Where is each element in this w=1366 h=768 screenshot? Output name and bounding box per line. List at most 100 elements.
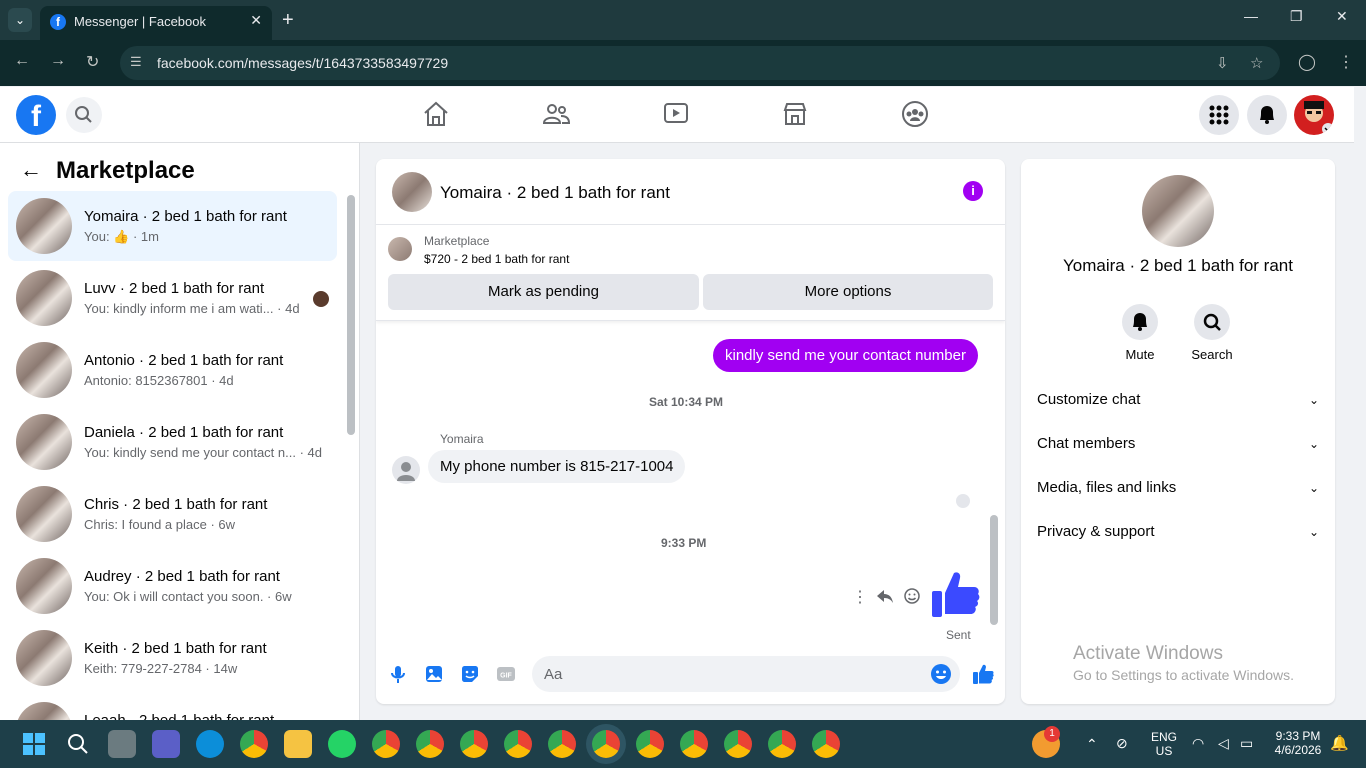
- chrome-icon[interactable]: [240, 730, 268, 758]
- meet-icon[interactable]: [152, 730, 180, 758]
- volume-icon[interactable]: ◁: [1218, 735, 1229, 752]
- tab-list-chevron-icon[interactable]: ⌄: [8, 8, 32, 32]
- search-icon: [75, 106, 92, 123]
- file-explorer-icon[interactable]: [284, 730, 312, 758]
- big-thumbs-up-icon[interactable]: [930, 569, 982, 621]
- photo-icon[interactable]: [424, 664, 444, 684]
- task-view-icon[interactable]: [108, 730, 136, 758]
- conversation-item[interactable]: Antonio · 2 bed 1 bath for rant Antonio:…: [8, 335, 337, 405]
- omnibox[interactable]: ☰ facebook.com/messages/t/16437335834977…: [120, 46, 1280, 80]
- browser-tab[interactable]: f Messenger | Facebook ✕: [40, 6, 272, 40]
- back-icon[interactable]: ←: [14, 52, 30, 70]
- language-indicator[interactable]: ENG US: [1150, 730, 1178, 758]
- browser-menu-icon[interactable]: ⋮: [1338, 52, 1354, 72]
- forward-icon[interactable]: →: [50, 52, 66, 70]
- page-scrollbar[interactable]: [1354, 87, 1366, 720]
- reply-icon[interactable]: [876, 587, 894, 605]
- microphone-icon[interactable]: [388, 664, 408, 684]
- message-bubble-out[interactable]: kindly send me your contact number: [713, 339, 978, 372]
- edge-icon[interactable]: [196, 730, 224, 758]
- conversation-item[interactable]: Yomaira · 2 bed 1 bath for rant You: 👍 ·…: [8, 191, 337, 261]
- conversation-item[interactable]: Chris · 2 bed 1 bath for rant Chris: I f…: [8, 479, 337, 549]
- emoji-icon[interactable]: [930, 663, 952, 685]
- bookmark-star-icon[interactable]: ☆: [1250, 54, 1263, 72]
- install-app-icon[interactable]: ⇩: [1216, 54, 1229, 72]
- chrome-profile-icon[interactable]: [768, 730, 796, 758]
- like-icon[interactable]: [972, 663, 994, 685]
- home-icon[interactable]: [421, 99, 451, 129]
- search-in-conversation-button[interactable]: Search: [1182, 304, 1242, 362]
- mute-button[interactable]: Mute: [1110, 304, 1170, 362]
- account-avatar[interactable]: [1294, 95, 1334, 135]
- conversation-item[interactable]: Leaah · 2 bed 1 bath for rant: [8, 695, 337, 720]
- message-input[interactable]: Aa: [532, 656, 960, 692]
- message-bubble-in[interactable]: My phone number is 815-217-1004: [428, 450, 686, 483]
- facebook-logo-icon[interactable]: f: [16, 95, 56, 135]
- notifications-button[interactable]: [1247, 95, 1287, 135]
- reload-icon[interactable]: ↻: [86, 52, 99, 72]
- listing-title[interactable]: $720 - 2 bed 1 bath for rant: [424, 252, 569, 266]
- privacy-support-row[interactable]: Privacy & support ⌄: [1037, 510, 1319, 554]
- chat-members-row[interactable]: Chat members ⌄: [1037, 422, 1319, 466]
- contact-avatar[interactable]: [1142, 175, 1214, 247]
- customize-chat-row[interactable]: Customize chat ⌄: [1037, 378, 1319, 422]
- chrome-profile-icon[interactable]: [504, 730, 532, 758]
- conversation-item[interactable]: Luvv · 2 bed 1 bath for rant You: kindly…: [8, 263, 337, 333]
- notification-bell-icon[interactable]: 🔔: [1330, 734, 1349, 752]
- search-button[interactable]: [66, 97, 102, 133]
- facebook-favicon-icon: f: [50, 14, 66, 30]
- listing-thumbnail[interactable]: [388, 237, 412, 261]
- conversation-item[interactable]: Daniela · 2 bed 1 bath for rant You: kin…: [8, 407, 337, 477]
- info-icon[interactable]: i: [963, 181, 983, 201]
- back-arrow-icon[interactable]: ←: [20, 157, 42, 182]
- marketplace-icon[interactable]: [780, 99, 810, 129]
- taskbar-search-icon[interactable]: [64, 730, 92, 758]
- menu-grid-button[interactable]: [1199, 95, 1239, 135]
- groups-icon[interactable]: [900, 99, 930, 129]
- conversation-avatar: [16, 414, 72, 470]
- chrome-profile-icon[interactable]: [372, 730, 400, 758]
- chrome-profile-icon[interactable]: [812, 730, 840, 758]
- chrome-profile-icon[interactable]: [724, 730, 752, 758]
- chat-scrollbar[interactable]: [990, 515, 998, 625]
- conversation-item[interactable]: Keith · 2 bed 1 bath for rant Keith: 779…: [8, 623, 337, 693]
- chrome-profile-icon[interactable]: [680, 730, 708, 758]
- site-info-icon[interactable]: ☰: [130, 54, 142, 70]
- more-actions-icon[interactable]: ⋮: [852, 587, 868, 607]
- show-hidden-icons-icon[interactable]: ⌃: [1086, 736, 1098, 753]
- media-files-links-row[interactable]: Media, files and links ⌄: [1037, 466, 1319, 510]
- clock[interactable]: 9:33 PM 4/6/2026: [1268, 729, 1328, 757]
- time: 9:33 PM: [1275, 729, 1321, 743]
- new-tab-icon[interactable]: +: [282, 8, 294, 32]
- sidebar-scrollbar[interactable]: [347, 195, 355, 435]
- close-window-icon[interactable]: ✕: [1336, 8, 1348, 25]
- chat-title[interactable]: Yomaira · 2 bed 1 bath for rant: [440, 183, 670, 203]
- minimize-icon[interactable]: —: [1244, 8, 1258, 24]
- profile-icon[interactable]: ◯: [1298, 52, 1316, 72]
- maximize-icon[interactable]: ❐: [1290, 8, 1303, 25]
- chrome-profile-icon[interactable]: [460, 730, 488, 758]
- sender-avatar[interactable]: [392, 456, 420, 484]
- mark-as-pending-button[interactable]: Mark as pending: [388, 274, 699, 310]
- network-off-icon[interactable]: ⊘: [1116, 735, 1128, 752]
- chat-avatar[interactable]: [392, 172, 432, 212]
- chrome-profile-icon[interactable]: [636, 730, 664, 758]
- more-options-button[interactable]: More options: [703, 274, 993, 310]
- sticker-icon[interactable]: [460, 664, 480, 684]
- whatsapp-icon[interactable]: [328, 730, 356, 758]
- friends-icon[interactable]: [541, 99, 571, 129]
- windows-start-icon[interactable]: [20, 730, 48, 758]
- conversation-avatar: [16, 270, 72, 326]
- gif-icon[interactable]: GIF: [496, 664, 516, 684]
- battery-icon[interactable]: ▭: [1240, 735, 1253, 752]
- chrome-profile-icon[interactable]: [548, 730, 576, 758]
- conversation-item[interactable]: Audrey · 2 bed 1 bath for rant You: Ok i…: [8, 551, 337, 621]
- wifi-icon[interactable]: ◠: [1192, 735, 1204, 752]
- chat-panel: Yomaira · 2 bed 1 bath for rant i Market…: [376, 159, 1005, 704]
- react-emoji-icon[interactable]: [903, 587, 921, 605]
- chrome-profile-icon[interactable]: [416, 730, 444, 758]
- url-text[interactable]: facebook.com/messages/t/1643733583497729: [157, 55, 448, 71]
- video-icon[interactable]: [661, 99, 691, 129]
- chrome-active-icon[interactable]: [592, 730, 620, 758]
- close-tab-icon[interactable]: ✕: [250, 12, 262, 29]
